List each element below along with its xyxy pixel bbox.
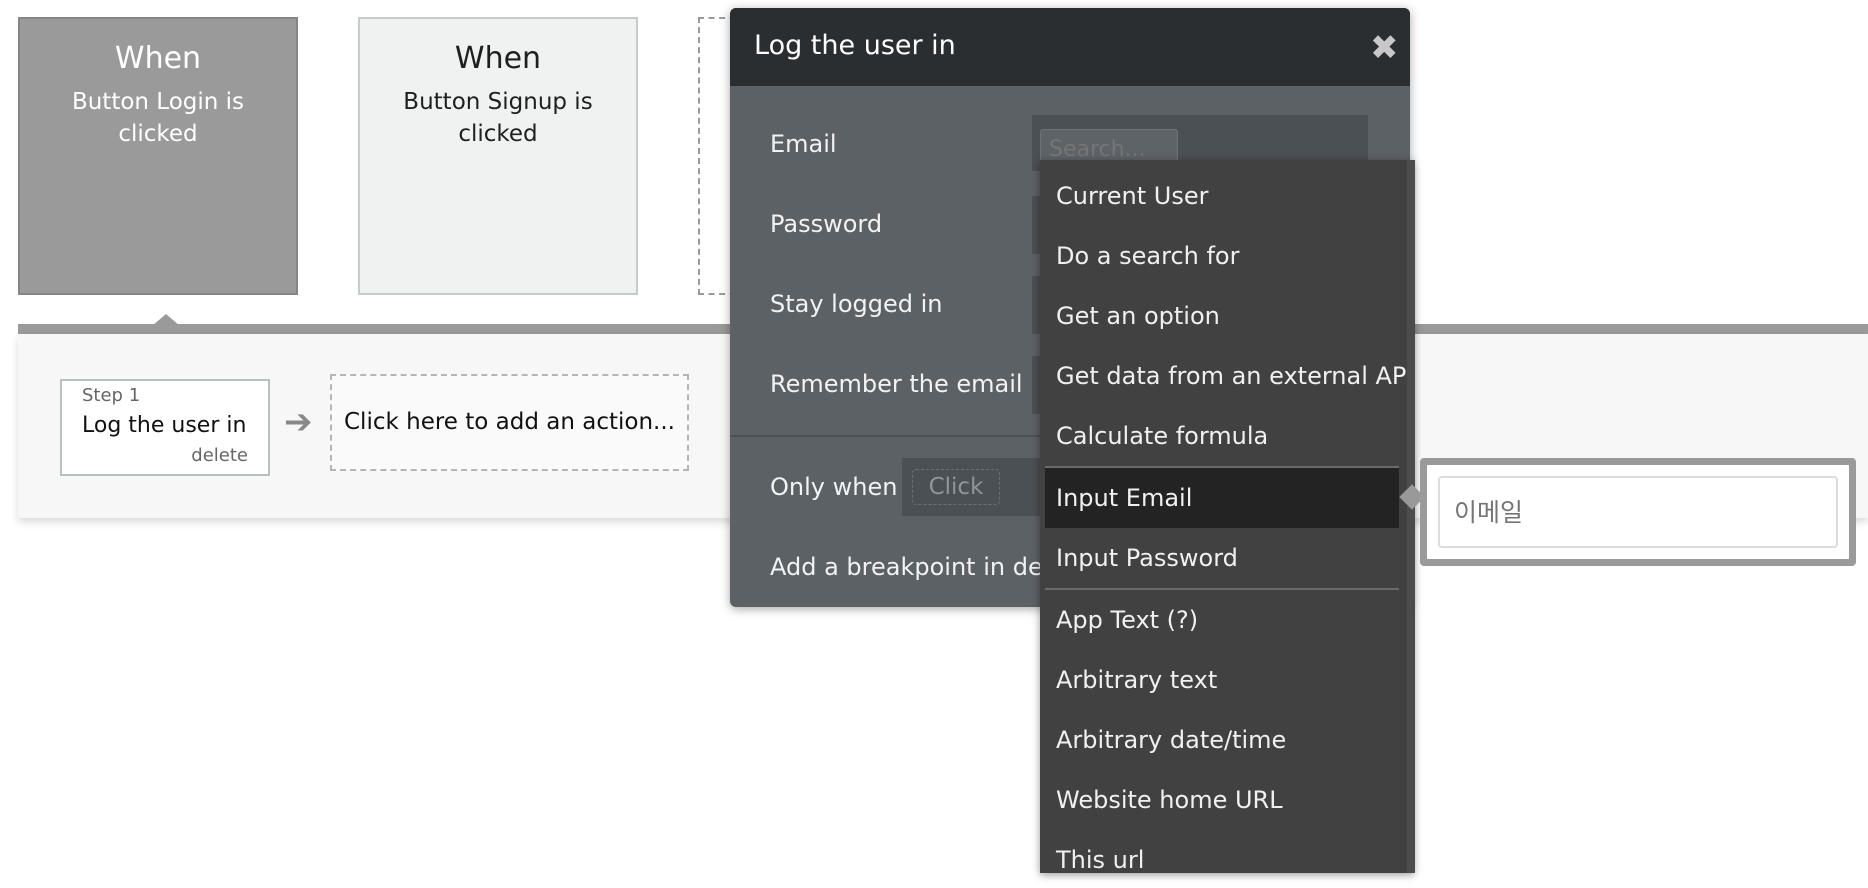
remember-email-label: Remember the email xyxy=(770,370,1023,398)
step-action-label: Log the user in xyxy=(82,413,247,438)
dropdown-item-do-a-search-for[interactable]: Do a search for xyxy=(1045,226,1399,286)
dropdown-item-app-text[interactable]: App Text (?) xyxy=(1045,590,1399,650)
dropdown-item-input-password[interactable]: Input Password xyxy=(1045,528,1399,588)
stay-logged-in-label: Stay logged in xyxy=(770,290,943,318)
dropdown-item-this-url[interactable]: This url xyxy=(1045,830,1399,873)
dropdown-item-input-email[interactable]: Input Email xyxy=(1045,468,1399,528)
workflow-step-1[interactable]: Step 1 Log the user in delete xyxy=(60,379,270,476)
event-card-login[interactable]: When Button Login is clicked xyxy=(18,17,298,295)
email-input-preview xyxy=(1438,476,1838,548)
dropdown-item-current-user[interactable]: Current User xyxy=(1045,166,1399,226)
step-number-label: Step 1 xyxy=(82,385,141,406)
arrow-right-icon: ➔ xyxy=(284,402,313,442)
close-icon[interactable]: ✖ xyxy=(1370,31,1399,65)
dropdown-item-get-an-option[interactable]: Get an option xyxy=(1045,286,1399,346)
modal-title: Log the user in xyxy=(754,30,956,61)
dropdown-item-arbitrary-text[interactable]: Arbitrary text xyxy=(1045,650,1399,710)
password-field-label: Password xyxy=(770,210,883,238)
dynamic-data-dropdown: Current User Do a search for Get an opti… xyxy=(1040,160,1414,873)
dropdown-item-external-api[interactable]: Get data from an external API xyxy=(1045,346,1413,406)
dropdown-scrollbar[interactable] xyxy=(1407,160,1415,873)
dropdown-item-arbitrary-datetime[interactable]: Arbitrary date/time xyxy=(1045,710,1399,770)
step-delete-link[interactable]: delete xyxy=(191,445,248,466)
breakpoint-label[interactable]: Add a breakpoint in deb xyxy=(770,553,1058,581)
event-when-label: When xyxy=(114,41,202,76)
event-trigger-label: Button Signup is clicked xyxy=(403,89,593,147)
event-when-label: When xyxy=(454,41,542,76)
dropdown-item-website-home-url[interactable]: Website home URL xyxy=(1045,770,1399,830)
dropdown-item-calculate-formula[interactable]: Calculate formula xyxy=(1045,406,1399,466)
only-when-click-chip[interactable]: Click xyxy=(912,469,1000,505)
email-field-label: Email xyxy=(770,130,837,158)
event-card-signup[interactable]: When Button Signup is clicked xyxy=(358,17,638,295)
add-action-button[interactable]: Click here to add an action... xyxy=(330,374,689,471)
only-when-label: Only when xyxy=(770,473,898,501)
event-trigger-label: Button Login is clicked xyxy=(71,89,245,147)
